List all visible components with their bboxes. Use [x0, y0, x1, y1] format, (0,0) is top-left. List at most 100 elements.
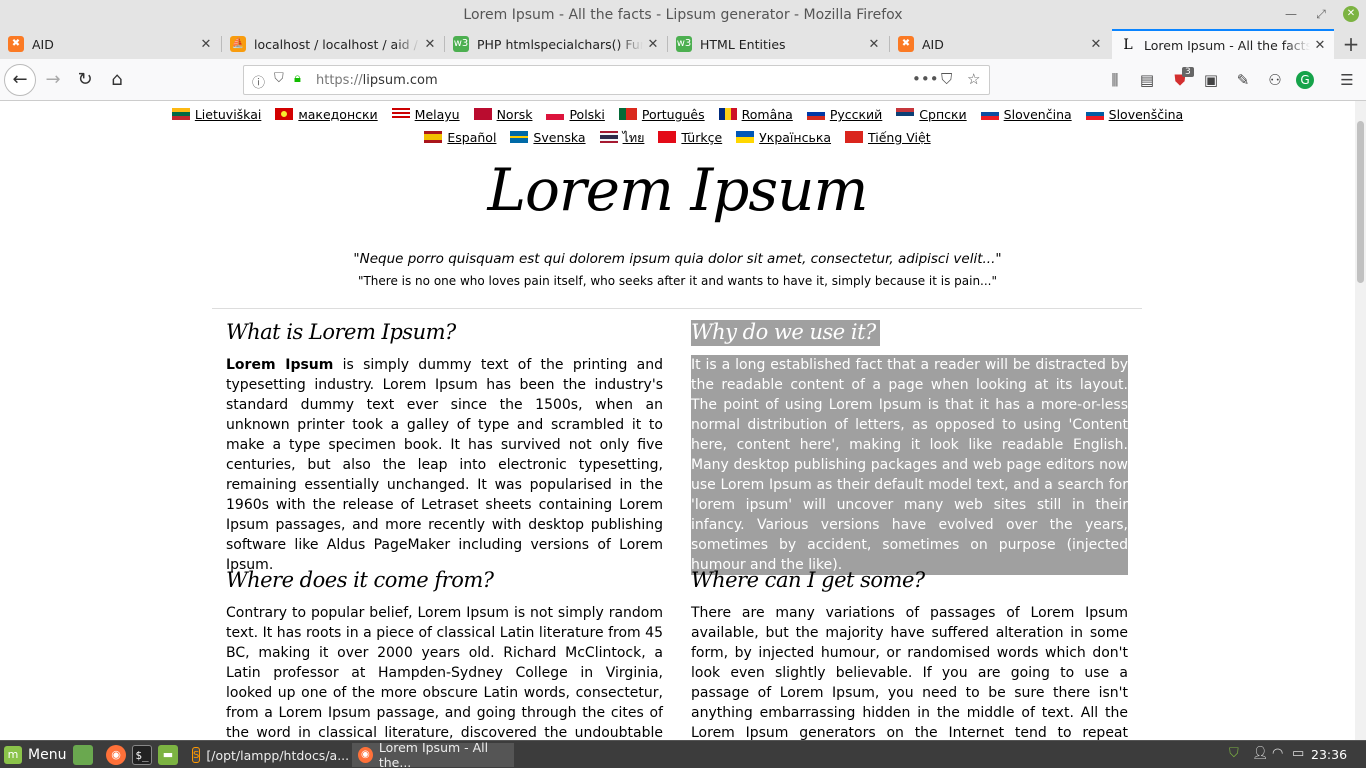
start-menu-button[interactable]: m Menu: [4, 745, 66, 765]
grammarly-icon[interactable]: G: [1296, 71, 1314, 89]
page-actions-icon[interactable]: •••: [912, 70, 939, 88]
firefox-icon: ◉: [358, 747, 373, 763]
back-icon[interactable]: ←: [4, 64, 36, 96]
user-icon[interactable]: 👤︎: [1252, 746, 1269, 761]
bookmark-star-icon[interactable]: ☆: [967, 70, 980, 88]
url-text[interactable]: https://lipsum.com: [316, 73, 438, 88]
lang-link[interactable]: Српски: [896, 107, 967, 122]
section-heading: What is Lorem Ipsum?: [226, 320, 456, 344]
window-title: Lorem Ipsum - All the facts - Lipsum gen…: [463, 7, 903, 23]
library-icon[interactable]: ⫼: [1104, 69, 1126, 91]
tab-label: Lorem Ipsum - All the facts - L: [1144, 37, 1310, 53]
sidebar-icon[interactable]: ▤: [1136, 69, 1158, 91]
maximize-button[interactable]: ⤢: [1313, 6, 1329, 22]
flag-es-icon: [424, 131, 443, 143]
new-tab-icon[interactable]: +: [1338, 29, 1364, 59]
files-icon[interactable]: ▬: [158, 745, 178, 765]
divider: [212, 308, 1142, 309]
firefox-launcher-icon[interactable]: ◉: [106, 745, 126, 765]
tab-phpmyadmin[interactable]: ⛵ localhost / localhost / aid / ph ✕: [222, 29, 444, 59]
clock[interactable]: 23:36: [1311, 747, 1347, 762]
lang-link[interactable]: Pусский: [806, 107, 882, 122]
flag-pl-icon: [546, 108, 565, 120]
section-what: What is Lorem Ipsum? Lorem Ipsum is simp…: [226, 320, 663, 575]
lang-link[interactable]: Slovenščina: [1085, 107, 1183, 122]
close-tab-icon[interactable]: ✕: [1310, 38, 1330, 53]
reload-icon[interactable]: ↻: [70, 65, 100, 95]
taskbar-window-firefox[interactable]: ◉ Lorem Ipsum - All the...: [352, 740, 514, 770]
minimize-button[interactable]: —: [1283, 6, 1299, 22]
taskbar-window-sublime[interactable]: S [/opt/lampp/htdocs/a...: [186, 743, 350, 767]
tab-label: HTML Entities: [700, 36, 786, 52]
home-icon[interactable]: ⌂: [102, 65, 132, 95]
wifi-icon[interactable]: ◠: [1272, 746, 1283, 761]
forward-icon[interactable]: →: [38, 65, 68, 95]
lang-link[interactable]: Español: [424, 130, 496, 145]
tab-aid-1[interactable]: ✖ AID ✕: [0, 29, 220, 59]
section-why: Why do we use it? It is a long establish…: [691, 320, 1128, 575]
tab-bar: ✖ AID ✕ ⛵ localhost / localhost / aid / …: [0, 29, 1366, 59]
url-host: lipsum.com: [362, 73, 438, 88]
page-title: Lorem Ipsum: [487, 156, 868, 224]
lang-link[interactable]: македонски: [275, 107, 378, 122]
section-heading: Where can I get some?: [691, 568, 925, 592]
tracking-shield-icon[interactable]: ⛉: [274, 71, 284, 86]
close-tab-icon[interactable]: ✕: [643, 37, 663, 52]
taskbar: m Menu ◉ $_ ▬ S [/opt/lampp/htdocs/a... …: [0, 740, 1366, 770]
lang-link[interactable]: Türkçe: [658, 130, 722, 145]
battery-icon[interactable]: ▭: [1292, 746, 1304, 761]
lang-link[interactable]: Svenska: [510, 130, 586, 145]
close-tab-icon[interactable]: ✕: [420, 37, 440, 52]
shield-icon[interactable]: ⛉: [1229, 746, 1239, 761]
lang-link[interactable]: Româna: [718, 107, 793, 122]
tab-label: PHP htmlspecialchars() Funct: [477, 36, 643, 52]
pocket-icon[interactable]: ⛉: [941, 70, 952, 88]
flag-si-icon: [1085, 108, 1104, 120]
tab-php-htmlspecialchars[interactable]: w3 PHP htmlspecialchars() Funct ✕: [445, 29, 667, 59]
close-tab-icon[interactable]: ✕: [864, 37, 884, 52]
section-where-get: Where can I get some? There are many var…: [691, 568, 1128, 740]
lock-icon[interactable]: 🔒︎: [294, 71, 301, 86]
navigation-toolbar: ← → ↻ ⌂ ⓘ ⛉ 🔒︎ https://lipsum.com ••• ⛉ …: [0, 59, 1366, 101]
lang-link[interactable]: Slovenčina: [980, 107, 1072, 122]
flag-pt-icon: [618, 108, 637, 120]
screenshot-icon[interactable]: ▣: [1200, 69, 1222, 91]
language-row-1: Lietuviškai македонски Melayu Norsk Pols…: [0, 107, 1355, 122]
tab-aid-2[interactable]: ✖ AID ✕: [890, 29, 1110, 59]
menu-icon[interactable]: ☰: [1336, 69, 1358, 91]
flag-th-icon: [599, 131, 618, 143]
lang-link[interactable]: Norsk: [473, 107, 532, 122]
section-text: Lorem Ipsum is simply dummy text of the …: [226, 355, 663, 575]
lang-link[interactable]: Melayu: [391, 107, 460, 122]
url-bar[interactable]: ⓘ ⛉ 🔒︎ https://lipsum.com ••• ⛉ ☆: [243, 65, 990, 95]
lang-link[interactable]: Português: [618, 107, 705, 122]
tab-html-entities[interactable]: w3 HTML Entities ✕: [668, 29, 888, 59]
tab-label: AID: [32, 36, 54, 52]
flag-vn-icon: [845, 131, 864, 143]
info-icon[interactable]: ⓘ: [252, 72, 265, 91]
close-tab-icon[interactable]: ✕: [196, 37, 216, 52]
latin-quote: "Neque porro quisquam est qui dolorem ip…: [353, 251, 1002, 267]
lang-link[interactable]: Tiếng Việt: [845, 130, 931, 145]
page-scrollbar[interactable]: [1355, 101, 1366, 740]
w3schools-icon: w3: [676, 36, 692, 52]
terminal-icon[interactable]: $_: [132, 745, 152, 765]
lang-link[interactable]: ไทย: [599, 128, 644, 148]
lang-link[interactable]: Lietuviškai: [171, 107, 261, 122]
sublime-icon: S: [192, 747, 201, 763]
close-window-button[interactable]: ✕: [1343, 6, 1359, 22]
window-label: Lorem Ipsum - All the...: [378, 740, 489, 770]
extension-icon[interactable]: ⚇: [1264, 69, 1286, 91]
flag-no-icon: [473, 108, 492, 120]
close-tab-icon[interactable]: ✕: [1086, 37, 1106, 52]
tab-lorem-ipsum[interactable]: L Lorem Ipsum - All the facts - L ✕: [1112, 29, 1334, 59]
lang-link[interactable]: Українська: [736, 130, 831, 145]
scrollbar-thumb[interactable]: [1357, 121, 1364, 283]
section-text: There are many variations of passages of…: [691, 605, 1128, 740]
window-label: [/opt/lampp/htdocs/a...: [206, 747, 350, 763]
menu-label: Menu: [28, 747, 67, 763]
lang-link[interactable]: Polski: [546, 107, 605, 122]
page-content: Lietuviškai македонски Melayu Norsk Pols…: [0, 101, 1355, 740]
show-desktop-icon[interactable]: [73, 745, 93, 765]
eyedropper-icon[interactable]: ✎: [1232, 69, 1254, 91]
